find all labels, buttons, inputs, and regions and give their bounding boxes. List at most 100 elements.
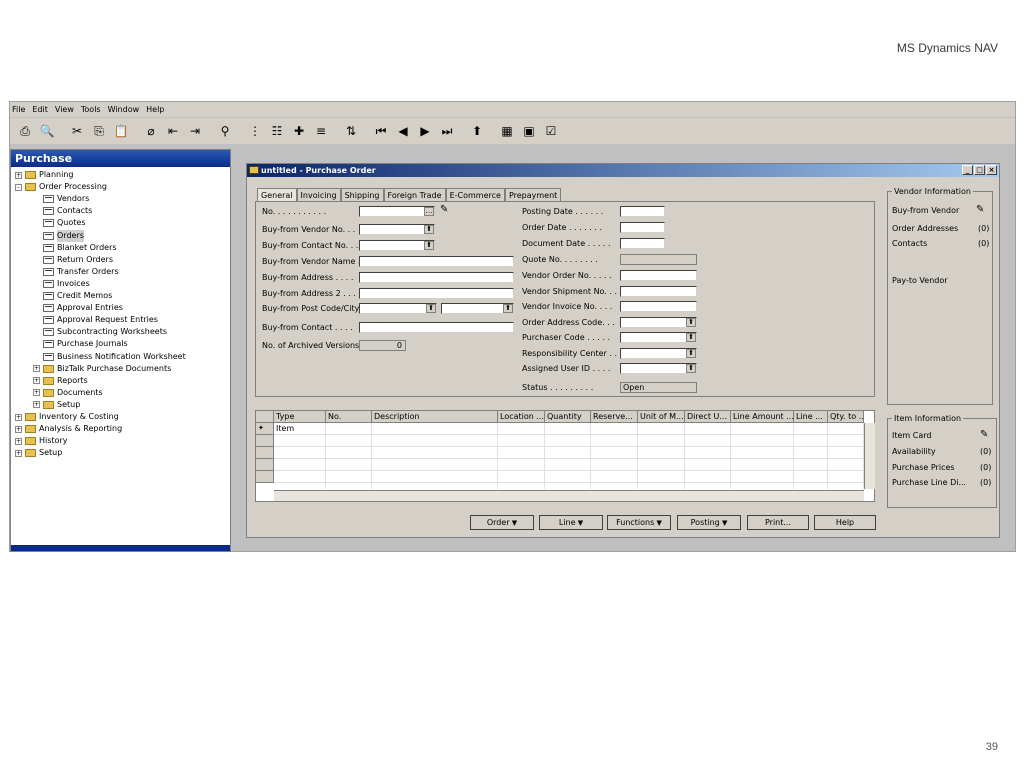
right-field-input[interactable] [620, 206, 665, 217]
expand-icon[interactable]: + [33, 377, 40, 385]
maximize-button[interactable]: □ [974, 165, 985, 175]
grid-cell-type[interactable]: Item [276, 424, 294, 433]
availability-link[interactable]: Availability [892, 447, 936, 456]
right-field-input[interactable]: ⬆ [620, 317, 697, 328]
tab-e-commerce[interactable]: E-Commerce [445, 188, 505, 202]
left-field-input[interactable]: ⬆ [359, 240, 435, 251]
lookup-icon[interactable]: ⬆ [686, 318, 696, 327]
nav-item[interactable]: Blanket Orders [33, 242, 117, 254]
nav-item[interactable]: Orders [33, 229, 84, 242]
expand-icon[interactable]: + [15, 449, 22, 457]
right-field-input[interactable] [620, 222, 665, 233]
next-icon[interactable]: ▶ [416, 122, 434, 140]
nav-item[interactable]: + Setup [15, 447, 62, 459]
right-field-input[interactable] [620, 238, 665, 249]
tab-prepayment[interactable]: Prepayment [504, 188, 562, 202]
print-preview-icon[interactable]: 🔍 [38, 122, 56, 140]
expand-icon[interactable]: + [33, 389, 40, 397]
first-icon[interactable]: ⏮ [372, 122, 390, 140]
grid-column-header[interactable]: Location ... [498, 411, 545, 423]
right-field-input[interactable] [620, 286, 697, 297]
left-field-input[interactable]: … [359, 206, 435, 217]
nav-item[interactable]: Contacts [33, 205, 92, 217]
nav-item[interactable]: Approval Request Entries [33, 314, 158, 326]
horizontal-scrollbar[interactable] [274, 490, 864, 501]
grid-column-header[interactable]: Qty. to ... [828, 411, 864, 423]
edit-vendor-icon[interactable]: ✎ [976, 204, 984, 215]
expand-icon[interactable]: + [15, 413, 22, 421]
grid-column-header[interactable]: No. [326, 411, 372, 423]
purchase-prices-link[interactable]: Purchase Prices [892, 463, 955, 472]
nav-item[interactable]: Quotes [33, 217, 86, 229]
left-field-input[interactable]: ⬆ [359, 224, 435, 235]
nav-item[interactable]: Subcontracting Worksheets [33, 326, 167, 338]
check-icon[interactable]: ☑ [542, 122, 560, 140]
nav-item[interactable]: + Planning [15, 169, 73, 181]
action-button[interactable]: Print... [747, 515, 809, 530]
grid-column-header[interactable]: Type [274, 411, 326, 423]
right-field-input[interactable] [620, 270, 697, 281]
row-selector[interactable] [256, 471, 274, 483]
last-icon[interactable]: ⏭ [438, 122, 456, 140]
nav-item[interactable]: - Order Processing [15, 181, 107, 193]
tab-shipping[interactable]: Shipping [340, 188, 384, 202]
menu-window[interactable]: Window [108, 105, 140, 114]
action-button[interactable]: Help [814, 515, 876, 530]
copy-icon[interactable]: ⎘ [90, 122, 108, 140]
find-icon[interactable]: ⚲ [216, 122, 234, 140]
expand-icon[interactable]: + [33, 401, 40, 409]
expand-icon[interactable]: + [15, 425, 22, 433]
action-button[interactable]: Posting ▼ [677, 515, 741, 530]
row-selector[interactable] [256, 459, 274, 471]
grid-column-header[interactable]: Description [372, 411, 498, 423]
row-selector[interactable] [256, 447, 274, 459]
nav-item[interactable]: + Reports [33, 375, 88, 387]
item-card-link[interactable]: Item Card [892, 431, 931, 440]
left-field-input[interactable] [359, 322, 514, 333]
vertical-scrollbar[interactable] [864, 423, 875, 489]
menu-file[interactable]: File [12, 105, 25, 114]
right-field-input[interactable]: ⬆ [620, 332, 697, 343]
left-field-input[interactable] [359, 272, 514, 283]
lookup-icon[interactable]: ⬆ [424, 225, 434, 234]
nav-item[interactable]: + Setup [33, 399, 80, 411]
lookup-icon[interactable]: ⬆ [503, 304, 513, 313]
attach-icon[interactable]: ⌀ [142, 122, 160, 140]
nav-item[interactable]: Credit Memos [33, 290, 112, 302]
expand-icon[interactable]: + [15, 171, 22, 179]
nav-item[interactable]: + BizTalk Purchase Documents [33, 363, 171, 375]
nav-item[interactable]: Transfer Orders [33, 266, 119, 278]
row-selector[interactable] [256, 435, 274, 447]
nav-item[interactable]: Business Notification Worksheet [33, 351, 186, 363]
grid-column-header[interactable]: Line ... [794, 411, 828, 423]
nav-item[interactable]: + Analysis & Reporting [15, 423, 122, 435]
menu-tools[interactable]: Tools [81, 105, 101, 114]
purchase-line-disc-link[interactable]: Purchase Line Di... [892, 478, 966, 487]
city-input[interactable]: ⬆ [441, 303, 514, 314]
list-icon[interactable]: ⋮ [246, 122, 264, 140]
buy-from-vendor-link[interactable]: Buy-from Vendor [892, 206, 959, 215]
nav-item[interactable]: + History [15, 435, 67, 447]
menu-edit[interactable]: Edit [32, 105, 48, 114]
grid-column-header[interactable]: Direct U... [685, 411, 731, 423]
menu-help[interactable]: Help [146, 105, 164, 114]
left-field-input[interactable]: ⬆ [359, 303, 437, 314]
action-button[interactable]: Order ▼ [470, 515, 534, 530]
form-icon[interactable]: ☷ [268, 122, 286, 140]
lookup-icon[interactable]: ⬆ [424, 241, 434, 250]
right-field-input[interactable]: ⬆ [620, 348, 697, 359]
expand-icon[interactable]: - [15, 183, 22, 191]
grid-column-header[interactable]: Quantity [545, 411, 591, 423]
left-field-input[interactable] [359, 256, 514, 267]
print-icon[interactable]: ⎙ [16, 122, 34, 140]
edit-item-icon[interactable]: ✎ [980, 429, 988, 440]
nav-item[interactable]: Vendors [33, 193, 89, 205]
lookup-icon[interactable]: ⬆ [686, 349, 696, 358]
minimize-button[interactable]: _ [962, 165, 973, 175]
lookup-icon[interactable]: ⬆ [426, 304, 436, 313]
action-button[interactable]: Line ▼ [539, 515, 603, 530]
paste-icon[interactable]: 📋 [112, 122, 130, 140]
nav-item[interactable]: Return Orders [33, 254, 113, 266]
sort-icon[interactable]: ⇅ [342, 122, 360, 140]
nav-item[interactable]: + Documents [33, 387, 103, 399]
